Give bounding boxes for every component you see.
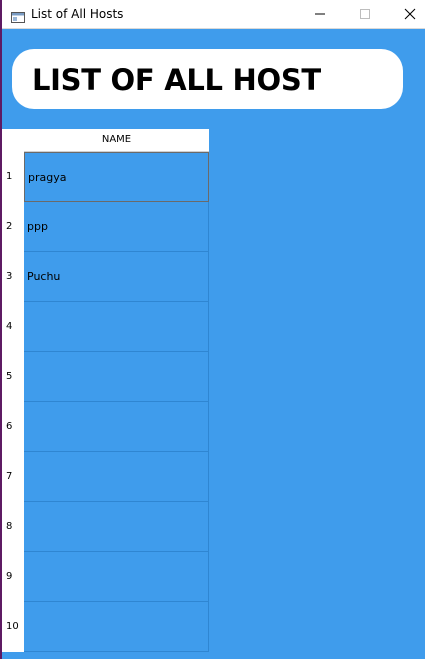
- row-number[interactable]: 10: [2, 602, 24, 652]
- title-bar[interactable]: List of All Hosts: [2, 0, 425, 29]
- row-number[interactable]: 3: [2, 252, 24, 302]
- host-name-cell[interactable]: [24, 352, 209, 402]
- host-name-cell[interactable]: [24, 452, 209, 502]
- row-number[interactable]: 1: [2, 152, 24, 202]
- host-name-cell[interactable]: [24, 502, 209, 552]
- maximize-button[interactable]: [343, 0, 387, 28]
- header-banner: LIST OF ALL HOST: [12, 49, 403, 109]
- page-title: LIST OF ALL HOST: [32, 63, 321, 97]
- row-number[interactable]: 6: [2, 402, 24, 452]
- host-name-cell[interactable]: [24, 402, 209, 452]
- row-number[interactable]: 7: [2, 452, 24, 502]
- column-header-name[interactable]: NAME: [24, 129, 209, 152]
- row-number[interactable]: 2: [2, 202, 24, 252]
- host-name-cell[interactable]: pragya: [24, 152, 209, 202]
- row-number[interactable]: 4: [2, 302, 24, 352]
- row-number[interactable]: 8: [2, 502, 24, 552]
- app-window-icon: [11, 8, 25, 23]
- host-name-cell[interactable]: [24, 602, 209, 652]
- close-button[interactable]: [388, 0, 425, 28]
- table-corner-button[interactable]: [2, 129, 24, 152]
- window-title: List of All Hosts: [31, 7, 124, 21]
- minimize-icon: [315, 13, 325, 15]
- row-number[interactable]: 9: [2, 552, 24, 602]
- host-name-cell[interactable]: Puchu: [24, 252, 209, 302]
- host-name-cell[interactable]: ppp: [24, 202, 209, 252]
- host-name-cell[interactable]: [24, 552, 209, 602]
- row-number[interactable]: 5: [2, 352, 24, 402]
- maximize-icon: [360, 9, 370, 19]
- host-name-cell[interactable]: [24, 302, 209, 352]
- close-icon: [404, 8, 416, 20]
- minimize-button[interactable]: [298, 0, 342, 28]
